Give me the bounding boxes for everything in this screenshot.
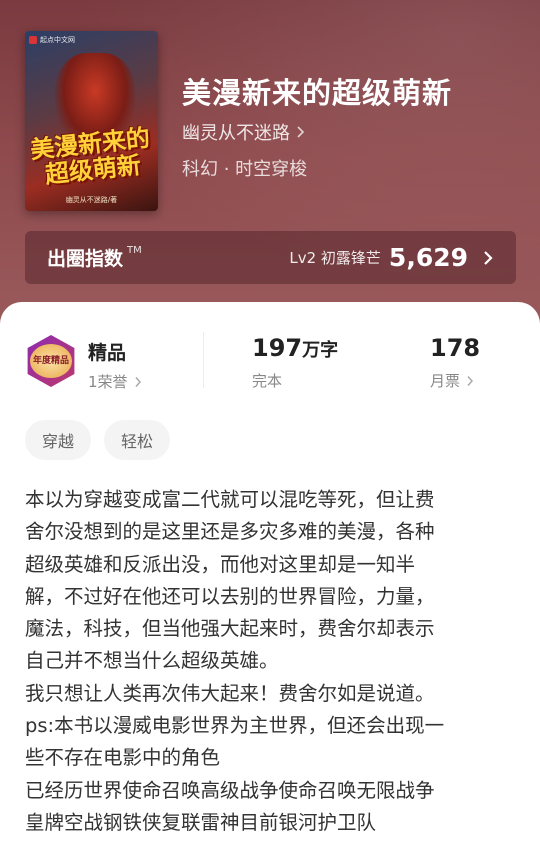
quality-label: 精品: [88, 342, 127, 364]
synopsis-line: 本以为穿越变成富二代就可以混吃等死，但让费: [25, 488, 435, 511]
monthly-ticket-row: 月票: [430, 370, 480, 391]
word-count-unit: 万字: [302, 340, 339, 361]
chevron-right-icon: [484, 250, 493, 265]
word-count-number: 197: [252, 334, 303, 362]
publisher-name: 起点中文网: [40, 36, 75, 44]
chevron-right-icon: [134, 376, 141, 387]
index-right: Lv2 初露锋芒 5,629: [289, 243, 494, 272]
chevron-right-icon: [297, 126, 305, 138]
index-value: 5,629: [388, 243, 468, 272]
chevron-right-icon: [467, 375, 474, 386]
cover-author-art: 幽灵从不迷路/著: [65, 196, 118, 204]
synopsis-line: 自己并不想当什么超级英雄。: [25, 649, 279, 673]
synopsis-line: 魔法，科技，但当他强大起来时，费舍尔却表示: [25, 617, 435, 641]
tag-list: 穿越 轻松: [25, 420, 171, 460]
synopsis-line: 已经历世界使命召唤高级战争使命召唤无限战争: [25, 778, 435, 802]
synopsis-line: 解，不过好在他还可以去别的世界冒险，力量，: [25, 584, 435, 608]
author-name: 幽灵从不迷路: [182, 123, 290, 144]
honor-count: 1荣誉: [88, 373, 128, 391]
book-cover[interactable]: 起点中文网 美漫新来的 超级萌新 幽灵从不迷路/著: [25, 31, 158, 211]
monthly-ticket-stat[interactable]: 178 月票: [430, 334, 480, 391]
index-level: Lv2 初露锋芒: [289, 249, 381, 267]
monthly-ticket-label: 月票: [430, 372, 461, 390]
badge-hexagon: 年度精品: [27, 335, 75, 387]
index-trademark: TM: [127, 245, 142, 256]
synopsis-line: 舍尔没想到的是这里还是多灾多难的美漫，各种: [25, 520, 435, 544]
synopsis-line: ps:本书以漫威电影世界为主世界，但还会出现一: [25, 714, 445, 738]
honor-row: 1荣誉: [88, 371, 142, 392]
completion-status: 完本: [252, 372, 283, 390]
tag-chip[interactable]: 轻松: [104, 420, 171, 460]
genre-label: 科幻 · 时空穿梭: [182, 159, 308, 180]
synopsis-line: 皇牌空战钢铁侠复联雷神目前银河护卫队: [25, 810, 377, 834]
stat-divider: [203, 332, 204, 388]
synopsis-line: 些不存在电影中的角色: [25, 746, 221, 770]
book-title: 美漫新来的超级萌新: [182, 76, 453, 110]
monthly-ticket-number: 178: [430, 334, 481, 362]
index-title: 出圈指数: [47, 248, 124, 270]
popularity-index-bar[interactable]: 出圈指数 TM Lv2 初露锋芒 5,629: [25, 231, 516, 284]
author-link[interactable]: 幽灵从不迷路: [182, 119, 305, 145]
quality-stat[interactable]: 精品 1荣誉: [88, 338, 142, 392]
publisher-logo: 起点中文网: [29, 35, 75, 45]
quality-badge-icon[interactable]: 年度精品: [25, 335, 77, 387]
word-count-stat: 197万字 完本: [252, 334, 338, 391]
synopsis-text[interactable]: 本以为穿越变成富二代就可以混吃等死，但让费 舍尔没想到的是这里还是多灾多难的美漫…: [25, 484, 520, 839]
synopsis-line: 我只想让人类再次伟大起来！费舍尔如是说道。: [25, 681, 435, 705]
publisher-mark-icon: [29, 36, 37, 44]
cover-title-art: 美漫新来的 超级萌新: [29, 123, 155, 189]
synopsis-line: 超级英雄和反派出没，而他对这里却是一知半: [25, 552, 416, 576]
tag-chip[interactable]: 穿越: [25, 420, 92, 460]
badge-text: 年度精品: [30, 344, 72, 378]
